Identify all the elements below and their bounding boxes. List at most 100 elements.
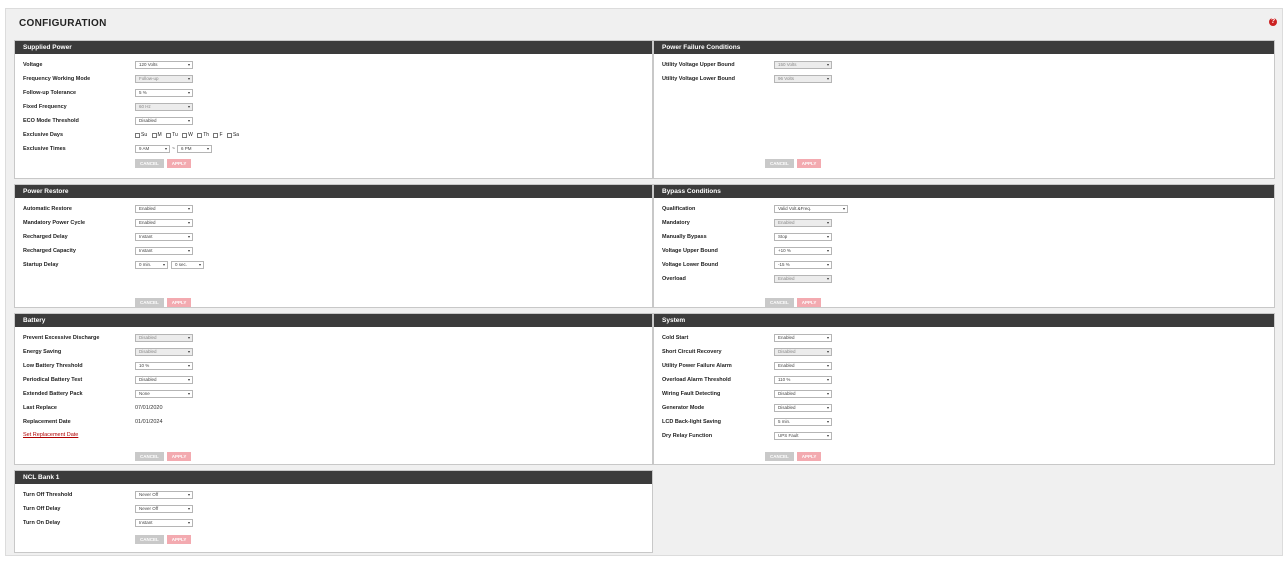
startup-delay-minutes-select[interactable]: 0 min. ▾ (135, 261, 168, 269)
configuration-page: CONFIGURATION ? Supplied Power Voltage 1… (5, 8, 1283, 556)
chevron-down-icon: ▾ (187, 492, 190, 497)
mandatory-power-cycle-select[interactable]: Enabled ▾ (135, 219, 193, 227)
row-label: Cold Start (662, 335, 689, 341)
select-value: 6 PM (181, 146, 192, 151)
voltage-select[interactable]: 120 Volts ▾ (135, 61, 193, 69)
chevron-down-icon: ▾ (187, 206, 190, 211)
overload-alarm-threshold-select[interactable]: 110 % ▾ (774, 376, 832, 384)
apply-button[interactable]: APPLY (166, 535, 192, 544)
generator-mode-select[interactable]: Disabled ▾ (774, 404, 832, 412)
select-value: Enabled (778, 363, 795, 368)
dry-relay-function-select[interactable]: UPS Fault ▾ (774, 432, 832, 440)
fixed-frequency-select[interactable]: 60 Hz ▾ (135, 103, 193, 111)
frequency-mode-select[interactable]: Follow-up ▾ (135, 75, 193, 83)
row-label: Last Replace (23, 405, 57, 411)
select-value: 10 % (139, 363, 150, 368)
apply-button[interactable]: APPLY (796, 452, 822, 461)
select-value: Stop (778, 234, 788, 239)
manually-bypass-select[interactable]: Stop ▾ (774, 233, 832, 241)
day-checkbox-su[interactable] (135, 132, 140, 138)
cancel-button[interactable]: CANCEL (135, 535, 164, 544)
row-label: Qualification (662, 206, 696, 212)
row-label: Short Circuit Recovery (662, 349, 722, 355)
eco-mode-select[interactable]: Disabled ▾ (135, 117, 193, 125)
apply-button[interactable]: APPLY (166, 452, 192, 461)
apply-button[interactable]: APPLY (166, 159, 192, 168)
lcd-backlight-saving-select[interactable]: 5 min. ▾ (774, 418, 832, 426)
day-checkbox-sa[interactable] (226, 132, 232, 138)
prevent-discharge-select[interactable]: Disabled ▾ (135, 334, 193, 342)
overload-select[interactable]: Enabled ▾ (774, 275, 832, 283)
chevron-down-icon: ▾ (187, 391, 190, 396)
utility-upper-bound-select[interactable]: 150 Volts ▾ (774, 61, 832, 69)
day-checkbox-tu[interactable] (166, 132, 172, 138)
panel-power-failure: Power Failure Conditions Utility Voltage… (653, 40, 1275, 179)
chevron-down-icon: ▾ (826, 433, 829, 438)
select-value: 5 % (139, 90, 147, 95)
chevron-down-icon: ▾ (826, 363, 829, 368)
row-label: Follow-up Tolerance (23, 90, 77, 96)
set-replacement-date-link[interactable]: Set Replacement Date (23, 430, 78, 440)
panel-title: Supplied Power (15, 41, 652, 54)
row-label: Extended Battery Pack (23, 391, 83, 397)
cold-start-select[interactable]: Enabled ▾ (774, 334, 832, 342)
cancel-button[interactable]: CANCEL (765, 452, 794, 461)
follow-up-tolerance-select[interactable]: 5 % ▾ (135, 89, 193, 97)
exclusive-time-start-select[interactable]: 9 AM ▾ (135, 145, 170, 153)
chevron-down-icon: ▾ (826, 220, 829, 225)
utility-lower-bound-select[interactable]: 96 Volts ▾ (774, 75, 832, 83)
chevron-down-icon: ▾ (187, 76, 190, 81)
extended-battery-pack-select[interactable]: None ▾ (135, 390, 193, 398)
utility-power-failure-alarm-select[interactable]: Enabled ▾ (774, 362, 832, 370)
chevron-down-icon: ▾ (187, 377, 190, 382)
panel-ncl-bank-1: NCL Bank 1 Turn Off Threshold Never Off ▾… (14, 470, 653, 553)
button-group: CANCEL APPLY (765, 159, 824, 168)
energy-saving-select[interactable]: Disabled ▾ (135, 348, 193, 356)
recharged-delay-select[interactable]: Instant ▾ (135, 233, 193, 241)
select-value: Enabled (778, 276, 795, 281)
apply-button[interactable]: APPLY (796, 298, 822, 307)
chevron-down-icon: ▾ (842, 206, 845, 211)
apply-button[interactable]: APPLY (166, 298, 192, 307)
mandatory-select[interactable]: Enabled ▾ (774, 219, 832, 227)
row-label: Replacement Date (23, 419, 71, 425)
short-circuit-recovery-select[interactable]: Disabled ▾ (774, 348, 832, 356)
select-value: UPS Fault (778, 433, 799, 438)
apply-button[interactable]: APPLY (796, 159, 822, 168)
button-group: CANCEL APPLY (135, 298, 194, 307)
voltage-lower-bound-select[interactable]: -15 % ▾ (774, 261, 832, 269)
row-label: Turn Off Delay (23, 506, 61, 512)
chevron-down-icon: ▾ (206, 146, 209, 151)
voltage-upper-bound-select[interactable]: +10 % ▾ (774, 247, 832, 255)
turn-off-delay-select[interactable]: Never Off ▾ (135, 505, 193, 513)
recharged-capacity-select[interactable]: Instant ▾ (135, 247, 193, 255)
exclusive-time-end-select[interactable]: 6 PM ▾ (177, 145, 212, 153)
cancel-button[interactable]: CANCEL (765, 159, 794, 168)
low-battery-threshold-select[interactable]: 10 % ▾ (135, 362, 193, 370)
row-label: Frequency Working Mode (23, 76, 91, 82)
select-value: 0 min. (139, 262, 152, 267)
automatic-restore-select[interactable]: Enabled ▾ (135, 205, 193, 213)
cancel-button[interactable]: CANCEL (135, 452, 164, 461)
button-group: CANCEL APPLY (765, 298, 824, 307)
cancel-button[interactable]: CANCEL (135, 159, 164, 168)
replacement-date-value: 01/01/2024 (135, 419, 163, 425)
qualification-select[interactable]: Valid Volt.&Freq. ▾ (774, 205, 848, 213)
select-value: Instant (139, 234, 153, 239)
turn-on-delay-select[interactable]: Instant ▾ (135, 519, 193, 527)
cancel-button[interactable]: CANCEL (135, 298, 164, 307)
day-checkbox-f[interactable] (213, 132, 219, 138)
periodical-battery-test-select[interactable]: Disabled ▾ (135, 376, 193, 384)
select-value: Valid Volt.&Freq. (778, 206, 812, 211)
day-checkbox-m[interactable] (151, 132, 157, 138)
day-checkbox-th[interactable] (197, 132, 203, 138)
turn-off-threshold-select[interactable]: Never Off ▾ (135, 491, 193, 499)
help-icon[interactable]: ? (1269, 18, 1277, 26)
chevron-down-icon: ▾ (187, 248, 190, 253)
day-checkbox-w[interactable] (182, 132, 188, 138)
wiring-fault-detecting-select[interactable]: Disabled ▾ (774, 390, 832, 398)
cancel-button[interactable]: CANCEL (765, 298, 794, 307)
page-title: CONFIGURATION (19, 18, 107, 29)
startup-delay-seconds-select[interactable]: 0 sec. ▾ (171, 261, 204, 269)
select-value: Enabled (778, 220, 795, 225)
